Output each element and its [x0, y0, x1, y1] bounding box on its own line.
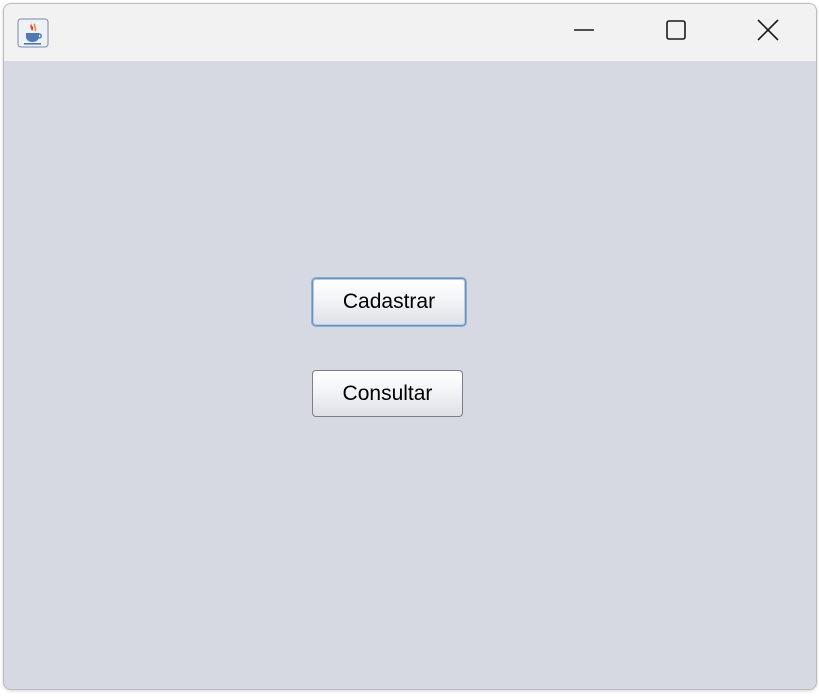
minimize-button[interactable] [538, 4, 630, 61]
content-panel: Cadastrar Consultar [4, 61, 816, 689]
application-window: Cadastrar Consultar [3, 3, 817, 690]
title-bar[interactable] [4, 4, 816, 61]
java-coffee-cup-icon[interactable] [17, 18, 49, 48]
close-icon [756, 18, 780, 47]
cadastrar-button[interactable]: Cadastrar [312, 278, 466, 326]
consultar-button[interactable]: Consultar [312, 370, 463, 417]
maximize-button[interactable] [630, 4, 722, 61]
maximize-icon [665, 19, 687, 46]
minimize-icon [573, 19, 595, 46]
close-button[interactable] [722, 4, 814, 61]
